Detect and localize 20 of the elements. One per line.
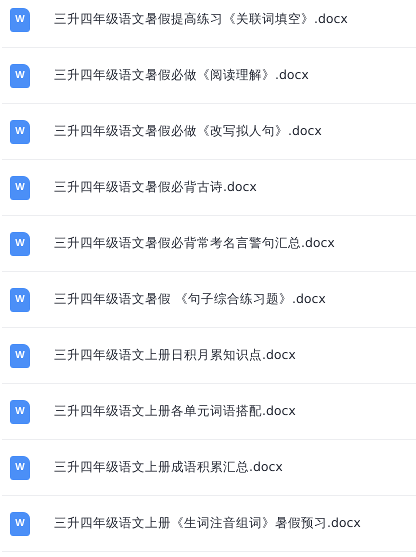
file-name[interactable]: 三升四年级语文上册各单元词语搭配.docx	[54, 403, 296, 420]
file-name[interactable]: 三升四年级语文暑假必做《阅读理解》.docx	[54, 67, 309, 84]
document-icon: W	[10, 8, 30, 32]
document-icon: W	[10, 456, 30, 480]
document-icon: W	[10, 512, 30, 536]
file-name[interactable]: 三升四年级语文暑假必背常考名言警句汇总.docx	[54, 235, 335, 252]
document-icon: W	[10, 176, 30, 200]
file-name[interactable]: 三升四年级语文上册成语积累汇总.docx	[54, 459, 283, 476]
document-icon: W	[10, 400, 30, 424]
document-icon: W	[10, 64, 30, 88]
document-icon: W	[10, 232, 30, 256]
file-name[interactable]: 三升四年级语文上册《生词注音组词》暑假预习.docx	[54, 515, 361, 532]
document-icon: W	[10, 344, 30, 368]
file-name[interactable]: 三升四年级语文暑假 《句子综合练习题》.docx	[54, 291, 326, 308]
file-name[interactable]: 三升四年级语文暑假必背古诗.docx	[54, 179, 257, 196]
file-name[interactable]: 三升四年级语文暑假必做《改写拟人句》.docx	[54, 123, 322, 140]
file-name[interactable]: 三升四年级语文上册日积月累知识点.docx	[54, 347, 296, 364]
document-icon: W	[10, 120, 30, 144]
file-name[interactable]: 三升四年级语文暑假提高练习《关联词填空》.docx	[54, 11, 348, 28]
document-icon: W	[10, 288, 30, 312]
